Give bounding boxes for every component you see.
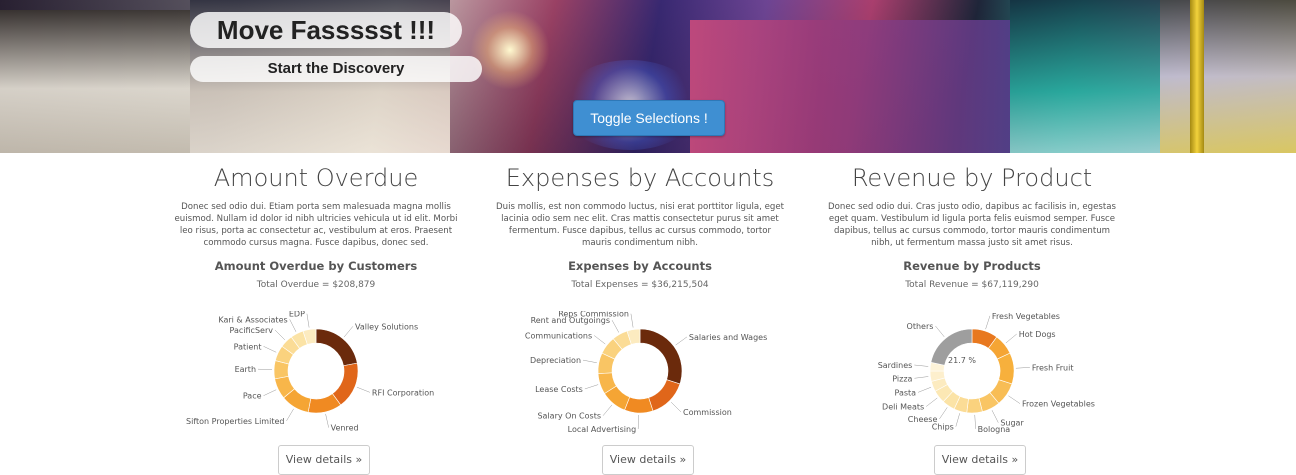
donut-label: Earth: [235, 365, 256, 374]
donut-leader-line: [585, 385, 598, 389]
donut-leader-line: [939, 407, 947, 419]
donut-leader-line: [935, 326, 944, 337]
toggle-selections-button[interactable]: Toggle Selections !: [573, 100, 725, 136]
donut-label: Fresh Fruit: [1032, 363, 1074, 372]
donut-leader-line: [671, 402, 681, 412]
donut-label: Venred: [331, 424, 359, 433]
donut-slice[interactable]: [316, 329, 357, 366]
donut-label: Pace: [243, 392, 262, 401]
section-description: Donec sed odio dui. Cras justo odio, dap…: [827, 201, 1117, 249]
hero-image-building: [690, 20, 1010, 153]
hero-banner: Move Fassssst !!! Start the Discovery To…: [0, 0, 1296, 153]
section-heading: Revenue by Product: [822, 163, 1122, 193]
donut-leader-line: [1008, 396, 1020, 404]
donut-leader-line: [926, 398, 937, 407]
donut-label: Valley Solutions: [355, 322, 418, 331]
amount-overdue-donut-chart[interactable]: Valley Solutions RFI Corporation Venred Sif…: [166, 311, 466, 441]
donut-label: Hot Dogs: [1019, 330, 1056, 339]
section-heading: Amount Overdue: [166, 163, 466, 193]
donut-slice[interactable]: [997, 353, 1014, 384]
donut-leader-line: [992, 410, 998, 422]
donut-label: Lease Costs: [535, 385, 583, 394]
donut-label: Others: [907, 322, 934, 331]
donut-label: Sifton Properties Limited: [186, 417, 284, 426]
donut-leader-line: [264, 346, 277, 352]
hero-subtitle: Start the Discovery: [190, 56, 482, 82]
section-description: Donec sed odio dui. Etiam porta sem male…: [171, 201, 461, 249]
donut-label: Local Advertising: [568, 425, 637, 434]
donut-leader-line: [914, 377, 928, 379]
donut-leader-line: [975, 415, 976, 429]
donut-leader-line: [290, 319, 296, 331]
hero-image-light: [470, 10, 550, 90]
chart-total: Total Revenue = $67,119,290: [822, 279, 1122, 291]
donut-label: Pizza: [892, 374, 912, 383]
donut-leader-line: [326, 414, 329, 428]
donut-leader-line: [344, 326, 353, 337]
section-description: Duis mollis, est non commodo luctus, nis…: [495, 201, 785, 249]
donut-label: Pasta: [894, 388, 916, 397]
view-details-button[interactable]: View details »: [278, 445, 370, 475]
donut-leader-line: [956, 413, 960, 426]
donut-label: Patient: [234, 342, 262, 351]
donut-leader-line: [918, 387, 931, 392]
section-heading: Expenses by Accounts: [490, 163, 790, 193]
donut-leader-line: [612, 320, 619, 332]
donut-leader-line: [676, 337, 687, 345]
donut-leader-line: [583, 360, 597, 363]
donut-label: Depreciation: [530, 356, 581, 365]
hero-image-building: [1160, 0, 1296, 153]
view-details-button[interactable]: View details »: [934, 445, 1026, 475]
donut-label: RFI Corporation: [372, 388, 434, 397]
chart-title: Revenue by Products: [822, 259, 1122, 273]
donut-label: Chips: [932, 423, 954, 432]
amount-overdue-section: Amount Overdue Donec sed odio dui. Etiam…: [166, 153, 466, 473]
donut-leader-line: [631, 314, 633, 328]
donut-label: Salary On Costs: [537, 412, 601, 421]
donut-leader-line: [286, 409, 293, 421]
donut-label: Salaries and Wages: [689, 333, 767, 342]
donut-label: EDP: [289, 311, 305, 319]
donut-leader-line: [1006, 334, 1017, 343]
donut-annotation: 21.7 %: [948, 356, 976, 365]
donut-label: Bologna: [978, 425, 1011, 434]
donut-label: Cheese: [908, 415, 938, 424]
revenue-donut-chart[interactable]: Fresh Vegetables Hot Dogs Fresh Fruit Froze…: [822, 311, 1122, 441]
donut-leader-line: [603, 405, 612, 416]
chart-total: Total Overdue = $208,879: [166, 279, 466, 291]
donut-label: Frozen Vegetables: [1022, 400, 1095, 409]
hero-title: Move Fassssst !!!: [190, 12, 462, 48]
donut-leader-line: [594, 335, 605, 344]
donut-leader-line: [264, 390, 277, 396]
hero-image-building: [1010, 0, 1160, 153]
donut-label: Sardines: [878, 361, 913, 370]
donut-label: Commission: [683, 408, 732, 417]
donut-leader-line: [1016, 367, 1030, 368]
donut-label: Communications: [525, 331, 592, 340]
donut-label: Fresh Vegetables: [992, 312, 1060, 321]
donut-leader-line: [307, 314, 309, 328]
expenses-donut-chart[interactable]: Salaries and Wages Commission Local Advert…: [490, 311, 790, 441]
donut-leader-line: [986, 316, 990, 329]
donut-leader-line: [357, 387, 370, 392]
chart-title: Amount Overdue by Customers: [166, 259, 466, 273]
view-details-button[interactable]: View details »: [602, 445, 694, 475]
donut-slice[interactable]: [640, 329, 682, 384]
chart-total: Total Expenses = $36,215,504: [490, 279, 790, 291]
donut-label: Reps Commission: [558, 311, 629, 319]
donut-leader-line: [914, 365, 928, 366]
revenue-section: Revenue by Product Donec sed odio dui. C…: [822, 153, 1122, 473]
donut-leader-line: [275, 330, 285, 340]
expenses-section: Expenses by Accounts Duis mollis, est no…: [490, 153, 790, 473]
donut-label: PacificServ: [230, 326, 274, 335]
donut-label: Kari & Associates: [218, 315, 287, 324]
hero-image-building: [0, 10, 190, 153]
hero-image-pole: [1190, 0, 1204, 153]
donut-label: Deli Meats: [882, 403, 924, 412]
chart-title: Expenses by Accounts: [490, 259, 790, 273]
